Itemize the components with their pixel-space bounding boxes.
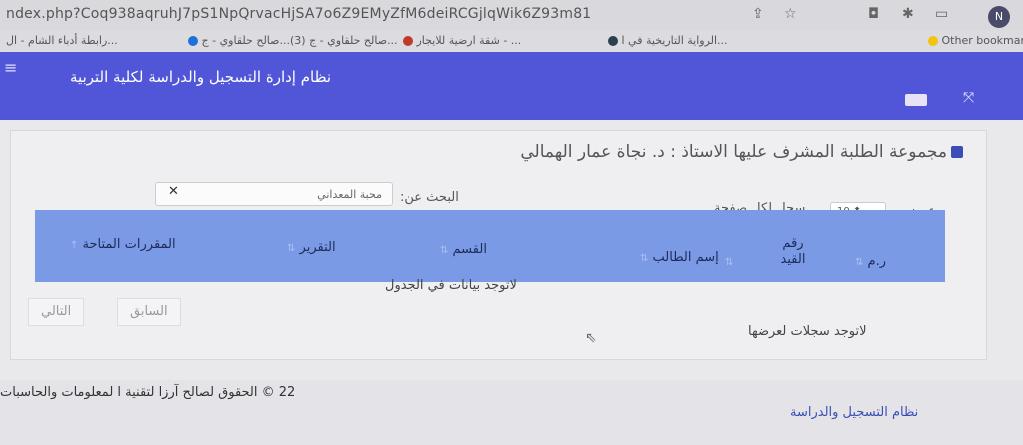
extension-icon[interactable]: ◘: [868, 6, 879, 22]
search-input[interactable]: [155, 182, 393, 206]
col-header-report[interactable]: التقرير ⇅: [287, 240, 336, 255]
bookmark-item[interactable]: صالح حلقاوي - ج...: [185, 34, 290, 47]
address-bar[interactable]: ndex.php?Coq938aqruhJ7pS1NpQrvacHjSA7o6Z…: [0, 0, 1023, 30]
next-button[interactable]: التالي: [28, 298, 85, 326]
folder-icon: [928, 36, 938, 46]
app-title: نظام إدارة التسجيل والدراسة لكلية التربي…: [70, 68, 332, 86]
clear-search-icon[interactable]: ✕: [168, 184, 179, 199]
menu-icon[interactable]: ≡: [4, 58, 17, 77]
sort-icon: ⇅: [725, 257, 734, 268]
fullscreen-icon[interactable]: ⤧: [963, 90, 974, 106]
list-icon: [951, 146, 963, 158]
sidepanel-icon[interactable]: ▭: [935, 6, 948, 22]
bookmark-item[interactable]: شقة ارضية للايجار - ...: [400, 34, 521, 47]
bookmark-other[interactable]: Other bookmarks: [925, 34, 1023, 47]
bookmark-item[interactable]: رابطة أدباء الشام - ال...: [6, 34, 118, 47]
mail-icon[interactable]: [905, 94, 927, 106]
col-header-index[interactable]: ر.م ⇅: [855, 254, 886, 269]
search-label: البحث عن:: [400, 190, 459, 205]
star-icon[interactable]: ☆: [784, 6, 797, 22]
bookmark-favicon-icon: [608, 36, 618, 46]
sort-icon: ⇅: [640, 253, 649, 264]
bookmarks-bar: رابطة أدباء الشام - ال... صالح حلقاوي - …: [0, 30, 1023, 52]
col-header-available-courses[interactable]: المقررات المتاحة ↑: [70, 237, 176, 252]
url-text[interactable]: ndex.php?Coq938aqruhJ7pS1NpQrvacHjSA7o6Z…: [6, 6, 591, 22]
copyright-text: 22 © الحقوق لصالح آرزا لتقنية ا لمعلومات…: [0, 385, 296, 400]
bookmark-favicon-icon: [403, 36, 413, 46]
col-header-department[interactable]: القسم ⇅: [440, 242, 487, 257]
mouse-cursor-icon: ⇖: [585, 330, 597, 346]
prev-button[interactable]: السابق: [117, 298, 181, 326]
share-icon[interactable]: ⇪: [752, 6, 764, 22]
sort-icon: ↑: [70, 240, 79, 251]
sort-icon: ⇅: [855, 257, 864, 268]
col-header-student-name[interactable]: إسم الطالب ⇅: [640, 250, 719, 265]
profile-avatar[interactable]: N: [988, 6, 1010, 28]
app-header: ≡ نظام إدارة التسجيل والدراسة لكلية التر…: [0, 52, 1023, 120]
bookmark-item[interactable]: (3) صالح حلقاوي - ج...: [290, 34, 398, 47]
puzzle-icon[interactable]: ✱: [902, 6, 914, 22]
records-info: لاتوجد سجلات لعرضها: [748, 324, 867, 339]
footer-link[interactable]: نظام التسجيل والدراسة: [790, 405, 918, 420]
col-header-registration[interactable]: رقم القيد: [773, 236, 813, 267]
sort-icon: ⇅: [287, 243, 296, 254]
empty-table-message: لاتوجد بيانات في الجدول: [385, 278, 517, 293]
table-header: ر.م ⇅ رقم القيد ⇅ إسم الطالب ⇅ القسم ⇅ ا…: [35, 210, 945, 282]
bookmark-favicon-icon: [188, 36, 198, 46]
bookmark-item[interactable]: الرواية التاريخية في ا...: [605, 34, 728, 47]
panel-title: مجموعة الطلبة المشرف عليها الاستاذ : د. …: [520, 142, 963, 162]
sort-icon: ⇅: [440, 245, 449, 256]
